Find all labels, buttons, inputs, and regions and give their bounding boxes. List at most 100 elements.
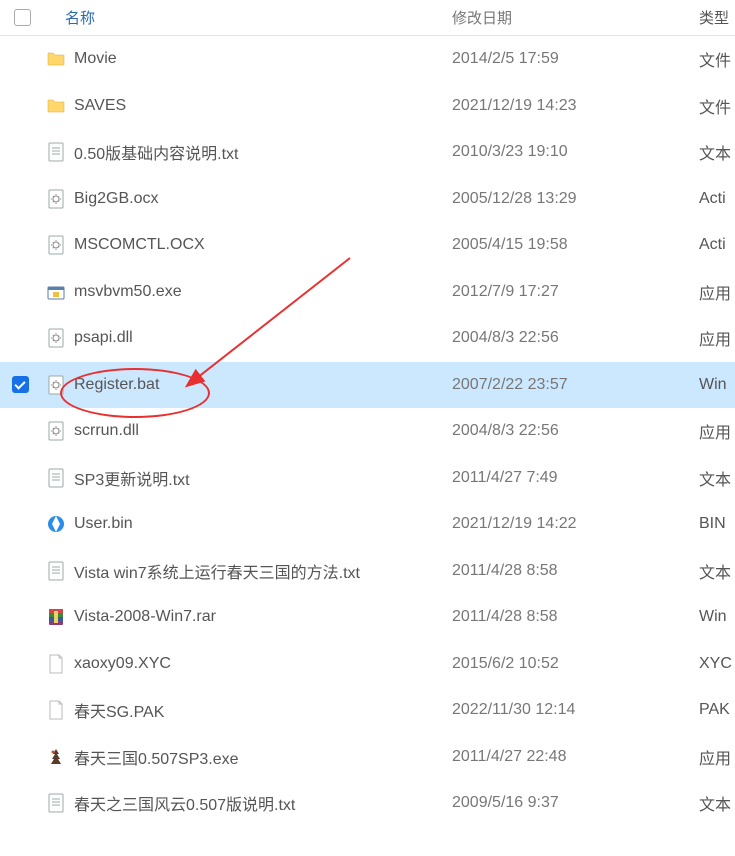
file-row[interactable]: SP3更新说明.txt2011/4/27 7:49文本	[0, 455, 735, 502]
file-date: 2011/4/27 7:49	[452, 469, 699, 487]
file-type: 文本	[699, 559, 735, 583]
file-type: BIN	[699, 515, 735, 533]
bat-file-icon	[46, 375, 66, 395]
exe-installer-icon	[46, 282, 66, 302]
file-date: 2010/3/23 19:10	[452, 143, 699, 161]
file-row[interactable]: 春天之三国风云0.507版说明.txt2009/5/16 9:37文本	[0, 780, 735, 827]
file-type: 应用	[699, 745, 735, 769]
header-date[interactable]: 修改日期	[452, 7, 699, 28]
file-type: 文件	[699, 47, 735, 71]
file-date: 2009/5/16 9:37	[452, 794, 699, 812]
file-name[interactable]: xaoxy09.XYC	[72, 655, 452, 673]
header-name[interactable]: 名称	[45, 7, 452, 28]
file-row[interactable]: scrrun.dll2004/8/3 22:56应用	[0, 408, 735, 455]
file-date: 2011/4/28 8:58	[452, 562, 699, 580]
file-row[interactable]: Vista-2008-Win7.rar2011/4/28 8:58Win	[0, 594, 735, 641]
file-row[interactable]: User.bin2021/12/19 14:22BIN	[0, 501, 735, 548]
file-name[interactable]: Vista win7系统上运行春天三国的方法.txt	[72, 559, 452, 583]
file-date: 2014/2/5 17:59	[452, 50, 699, 68]
file-date: 2022/11/30 12:14	[452, 701, 699, 719]
file-name[interactable]: Big2GB.ocx	[72, 190, 452, 208]
file-name[interactable]: User.bin	[72, 515, 452, 533]
row-icon-col	[40, 514, 72, 534]
file-row[interactable]: xaoxy09.XYC2015/6/2 10:52XYC	[0, 641, 735, 688]
row-icon-col	[40, 282, 72, 302]
file-type: 文本	[699, 140, 735, 164]
row-icon-col	[40, 561, 72, 581]
file-row[interactable]: 春天三国0.507SP3.exe2011/4/27 22:48应用	[0, 734, 735, 781]
dll-file-icon	[46, 421, 66, 441]
row-icon-col	[40, 142, 72, 162]
file-date: 2005/12/28 13:29	[452, 190, 699, 208]
folder-icon	[46, 49, 66, 69]
file-name[interactable]: msvbvm50.exe	[72, 283, 452, 301]
file-row[interactable]: Movie2014/2/5 17:59文件	[0, 36, 735, 83]
file-date: 2012/7/9 17:27	[452, 283, 699, 301]
ocx-file-icon	[46, 189, 66, 209]
file-date: 2011/4/28 8:58	[452, 608, 699, 626]
file-row[interactable]: Big2GB.ocx2005/12/28 13:29Acti	[0, 176, 735, 223]
file-name[interactable]: 春天SG.PAK	[72, 698, 452, 722]
file-date: 2021/12/19 14:22	[452, 515, 699, 533]
header-type[interactable]: 类型	[699, 7, 735, 28]
file-row[interactable]: 春天SG.PAK2022/11/30 12:14PAK	[0, 687, 735, 734]
file-name[interactable]: 0.50版基础内容说明.txt	[72, 140, 452, 164]
txt-file-icon	[46, 468, 66, 488]
file-type: 应用	[699, 280, 735, 304]
file-row[interactable]: 0.50版基础内容说明.txt2010/3/23 19:10文本	[0, 129, 735, 176]
file-name[interactable]: 春天之三国风云0.507版说明.txt	[72, 791, 452, 815]
bin-file-icon	[46, 514, 66, 534]
file-row[interactable]: SAVES2021/12/19 14:23文件	[0, 83, 735, 130]
exe-app-icon	[46, 747, 66, 767]
ocx-file-icon	[46, 235, 66, 255]
file-name[interactable]: 春天三国0.507SP3.exe	[72, 745, 452, 769]
file-row[interactable]: Register.bat2007/2/22 23:57Win	[0, 362, 735, 409]
file-row[interactable]: msvbvm50.exe2012/7/9 17:27应用	[0, 269, 735, 316]
file-type: XYC	[699, 655, 735, 673]
row-icon-col	[40, 468, 72, 488]
file-name[interactable]: Movie	[72, 50, 452, 68]
file-name[interactable]: MSCOMCTL.OCX	[72, 236, 452, 254]
txt-file-icon	[46, 793, 66, 813]
folder-icon	[46, 96, 66, 116]
file-type: 应用	[699, 326, 735, 350]
row-icon-col	[40, 747, 72, 767]
file-type: Win	[699, 608, 735, 626]
txt-file-icon	[46, 142, 66, 162]
file-type: Acti	[699, 190, 735, 208]
blank-file-icon	[46, 700, 66, 720]
txt-file-icon	[46, 561, 66, 581]
file-type: 文本	[699, 466, 735, 490]
file-type: PAK	[699, 701, 735, 719]
header-checkbox-col	[0, 9, 45, 26]
file-rows-container: Movie2014/2/5 17:59文件SAVES2021/12/19 14:…	[0, 36, 735, 827]
file-name[interactable]: psapi.dll	[72, 329, 452, 347]
file-date: 2005/4/15 19:58	[452, 236, 699, 254]
file-name[interactable]: scrrun.dll	[72, 422, 452, 440]
file-row[interactable]: psapi.dll2004/8/3 22:56应用	[0, 315, 735, 362]
file-name[interactable]: SP3更新说明.txt	[72, 466, 452, 490]
row-icon-col	[40, 421, 72, 441]
row-icon-col	[40, 700, 72, 720]
file-type: Win	[699, 376, 735, 394]
file-name[interactable]: SAVES	[72, 97, 452, 115]
file-name[interactable]: Register.bat	[72, 376, 452, 394]
select-all-checkbox[interactable]	[14, 9, 31, 26]
file-name[interactable]: Vista-2008-Win7.rar	[72, 608, 452, 626]
row-icon-col	[40, 49, 72, 69]
file-type: 文本	[699, 791, 735, 815]
row-icon-col	[40, 375, 72, 395]
blank-file-icon	[46, 654, 66, 674]
file-date: 2015/6/2 10:52	[452, 655, 699, 673]
row-icon-col	[40, 654, 72, 674]
row-checkbox[interactable]	[12, 376, 29, 393]
file-row[interactable]: Vista win7系统上运行春天三国的方法.txt2011/4/28 8:58…	[0, 548, 735, 595]
file-type: Acti	[699, 236, 735, 254]
row-icon-col	[40, 328, 72, 348]
file-type: 文件	[699, 94, 735, 118]
rar-archive-icon	[46, 607, 66, 627]
column-header-row: 名称 修改日期 类型	[0, 0, 735, 36]
row-icon-col	[40, 189, 72, 209]
file-row[interactable]: MSCOMCTL.OCX2005/4/15 19:58Acti	[0, 222, 735, 269]
file-date: 2004/8/3 22:56	[452, 422, 699, 440]
